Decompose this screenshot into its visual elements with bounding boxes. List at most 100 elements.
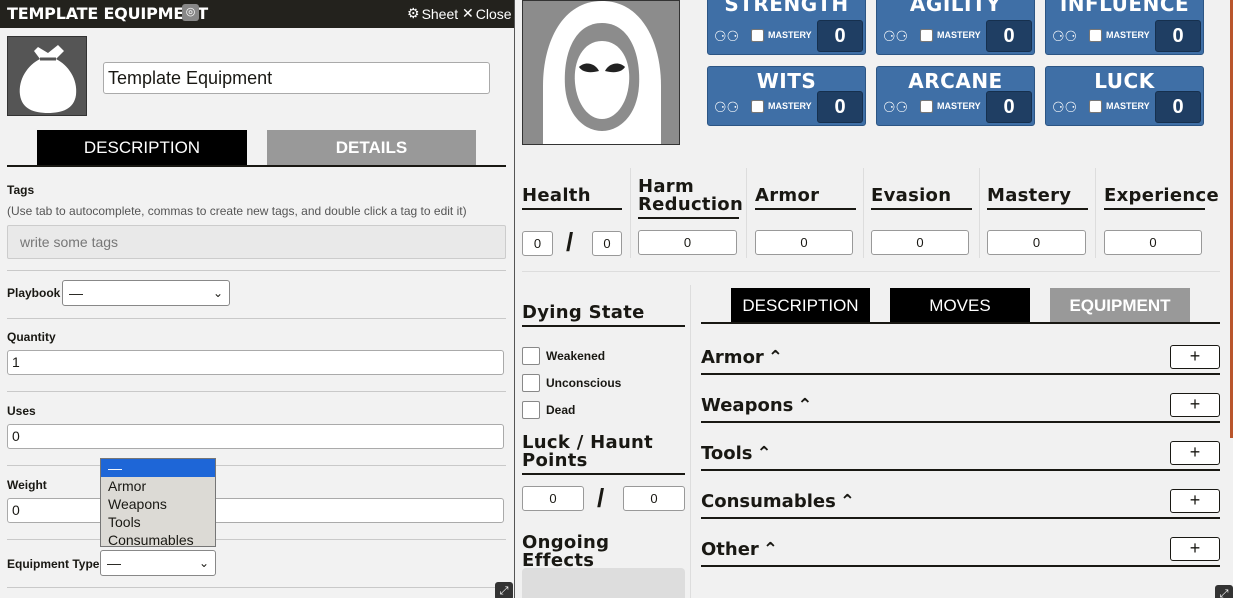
chevron-up-icon[interactable]: ⌃	[797, 395, 812, 416]
dialog-titlebar[interactable]: TEMPLATE EQUIPMENT ◎ ⚙ Sheet ✕ Close	[0, 0, 514, 28]
tab-details[interactable]: DETAILS	[267, 130, 476, 165]
item-name-input[interactable]: Template Equipment	[103, 62, 490, 94]
luck-haunt-line2: Points	[522, 450, 588, 471]
section-label: Weapons	[701, 395, 794, 416]
stat-name[interactable]: WITS	[708, 69, 865, 93]
separator	[7, 391, 506, 392]
stat-value[interactable]: 0	[817, 20, 863, 52]
stat-value[interactable]: 0	[986, 91, 1032, 123]
weight-input[interactable]: 0	[7, 498, 504, 523]
weakened-label: Weakened	[546, 349, 606, 363]
dice-icon[interactable]: ⚆⚆	[714, 99, 739, 116]
tab-description[interactable]: DESCRIPTION	[731, 288, 870, 324]
quantity-input[interactable]: 1	[7, 350, 504, 375]
playbook-select[interactable]: — ⌄	[62, 280, 230, 306]
stat-arcane: ARCANE ⚆⚆ MASTERY 0	[876, 66, 1035, 126]
tab-description[interactable]: DESCRIPTION	[37, 130, 247, 165]
character-portrait[interactable]	[522, 0, 680, 145]
luck-max-input[interactable]: 0	[623, 486, 685, 511]
stat-name[interactable]: AGILITY	[877, 0, 1034, 16]
dialog-title: TEMPLATE EQUIPMENT	[7, 4, 209, 23]
chevron-up-icon[interactable]: ⌃	[757, 443, 772, 464]
dying-unconscious[interactable]: Unconscious	[522, 374, 621, 392]
stat-strength: STRENGTH ⚆⚆ MASTERY 0	[707, 0, 866, 55]
mastery-checkbox[interactable]	[920, 29, 933, 42]
mastery-label: MASTERY	[937, 101, 981, 111]
add-armor-button[interactable]: +	[1170, 345, 1220, 369]
stat-name[interactable]: LUCK	[1046, 69, 1203, 93]
harm-reduction-input[interactable]: 0	[638, 230, 737, 255]
stat-name[interactable]: INFLUENCE	[1046, 0, 1203, 16]
add-consumables-button[interactable]: +	[1170, 489, 1220, 513]
dead-checkbox[interactable]	[522, 401, 540, 419]
close-button[interactable]: ✕ Close	[462, 5, 512, 22]
dropdown-option[interactable]: Consumables	[101, 531, 215, 549]
weakened-checkbox[interactable]	[522, 347, 540, 365]
mastery-checkbox[interactable]	[1089, 100, 1102, 113]
ongoing-effects-field[interactable]	[522, 568, 685, 598]
dropdown-option[interactable]: —	[101, 459, 215, 477]
sheet-label: Sheet	[421, 5, 459, 22]
stat-value[interactable]: 0	[1155, 91, 1201, 123]
add-other-button[interactable]: +	[1170, 537, 1220, 561]
stat-value[interactable]: 0	[1155, 20, 1201, 52]
dying-dead[interactable]: Dead	[522, 401, 575, 419]
chevron-up-icon[interactable]: ⌃	[840, 491, 855, 512]
dead-label: Dead	[546, 403, 576, 417]
stat-name[interactable]: STRENGTH	[708, 0, 865, 16]
mastery-input[interactable]: 0	[987, 230, 1086, 255]
dying-weakened[interactable]: Weakened	[522, 347, 605, 365]
mastery-checkbox[interactable]	[751, 100, 764, 113]
mastery-checkbox[interactable]	[751, 29, 764, 42]
chevron-up-icon[interactable]: ⌃	[763, 539, 778, 560]
resize-handle-icon[interactable]: ⤢	[495, 582, 513, 598]
dice-icon[interactable]: ⚆⚆	[883, 28, 908, 45]
mastery-checkbox[interactable]	[1089, 29, 1102, 42]
luck-separator: /	[597, 483, 605, 513]
dice-icon[interactable]: ⚆⚆	[1052, 28, 1077, 45]
mastery-checkbox[interactable]	[920, 100, 933, 113]
dice-icon[interactable]: ⚆⚆	[714, 28, 739, 45]
chevron-up-icon[interactable]: ⌃	[768, 347, 783, 368]
tab-equipment[interactable]: EQUIPMENT	[1050, 288, 1190, 324]
experience-input[interactable]: 0	[1104, 230, 1202, 255]
dice-icon[interactable]: ⚆⚆	[883, 99, 908, 116]
section-header[interactable]: Consumables ⌃	[701, 491, 855, 512]
resize-handle-icon[interactable]: ⤢	[1215, 585, 1233, 598]
equipment-section-other: Other ⌃ +	[701, 535, 1220, 567]
luck-current-input[interactable]: 0	[522, 486, 584, 511]
close-icon: ✕	[462, 5, 474, 21]
section-header[interactable]: Tools ⌃	[701, 443, 772, 464]
unconscious-checkbox[interactable]	[522, 374, 540, 392]
item-image[interactable]	[7, 36, 87, 116]
dropdown-option[interactable]: Armor	[101, 477, 215, 495]
add-tools-button[interactable]: +	[1170, 441, 1220, 465]
section-header[interactable]: Weapons ⌃	[701, 395, 812, 416]
armor-input[interactable]: 0	[755, 230, 853, 255]
section-header[interactable]: Other ⌃	[701, 539, 778, 560]
add-weapons-button[interactable]: +	[1170, 393, 1220, 417]
equipment-section-consumables: Consumables ⌃ +	[701, 487, 1220, 519]
health-current-input[interactable]: 0	[522, 231, 553, 256]
sheet-button[interactable]: ⚙ Sheet	[407, 5, 458, 22]
unconscious-label: Unconscious	[546, 376, 622, 390]
health-max-input[interactable]: 0	[592, 231, 622, 256]
playbook-value: —	[69, 285, 83, 301]
globe-icon[interactable]: ◎	[182, 4, 199, 21]
dice-icon[interactable]: ⚆⚆	[1052, 99, 1077, 116]
equipment-type-select[interactable]: — ⌄	[100, 550, 216, 576]
dropdown-option[interactable]: Weapons	[101, 495, 215, 513]
hooded-figure-icon	[543, 1, 661, 144]
tags-input[interactable]: write some tags	[7, 225, 506, 259]
evasion-input[interactable]: 0	[871, 230, 969, 255]
luck-haunt-label: Luck / Haunt Points	[522, 434, 685, 475]
tab-moves[interactable]: MOVES	[890, 288, 1030, 324]
dropdown-option[interactable]: Tools	[101, 513, 215, 531]
tabs-underline	[7, 165, 506, 167]
stat-value[interactable]: 0	[986, 20, 1032, 52]
divider	[630, 168, 631, 258]
stat-value[interactable]: 0	[817, 91, 863, 123]
uses-input[interactable]: 0	[7, 424, 504, 449]
stat-name[interactable]: ARCANE	[877, 69, 1034, 93]
section-header[interactable]: Armor ⌃	[701, 347, 783, 368]
